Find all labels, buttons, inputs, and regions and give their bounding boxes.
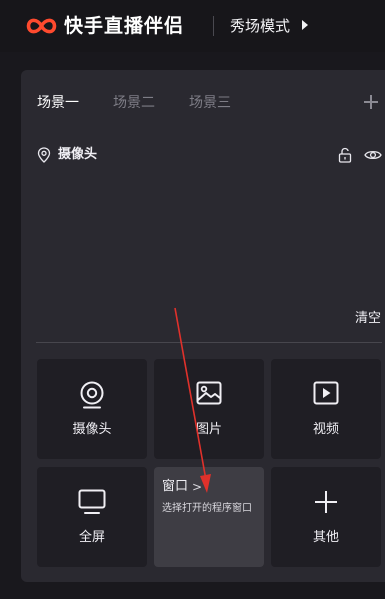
visibility-eye-icon[interactable] — [364, 148, 382, 162]
tile-label: 窗口 — [162, 479, 189, 494]
tile-label: 摄像头 — [72, 422, 112, 437]
plus-icon — [315, 491, 337, 513]
chevron-right-icon: > — [192, 480, 203, 494]
header-divider — [213, 16, 214, 36]
app-header: 快手直播伴侣 秀场模式 — [0, 0, 385, 52]
tab-scene-2[interactable]: 场景二 — [113, 93, 155, 113]
source-item[interactable]: 摄像头 — [37, 146, 385, 166]
location-pin-icon — [37, 147, 51, 163]
add-window-tile[interactable]: 窗口 > 选择打开的程序窗口 — [154, 467, 264, 567]
add-fullscreen-tile[interactable]: 全屏 — [37, 467, 147, 567]
mode-caret-icon[interactable] — [302, 20, 308, 30]
clear-button[interactable]: 清空 — [355, 310, 381, 328]
add-other-tile[interactable]: 其他 — [271, 467, 381, 567]
add-video-tile[interactable]: 视频 — [271, 359, 381, 459]
tile-label: 全屏 — [78, 530, 105, 545]
image-icon — [196, 381, 222, 405]
tile-description: 选择打开的程序窗口 — [162, 503, 252, 514]
add-webcam-tile[interactable]: 摄像头 — [37, 359, 147, 459]
add-scene-icon[interactable] — [363, 94, 379, 110]
tile-label: 图片 — [195, 422, 222, 437]
monitor-icon — [78, 489, 106, 514]
scene-panel: 场景一 场景二 场景三 摄像头 清空 摄像头 图片 视频 全屏 窗口 > 选择打… — [21, 70, 385, 582]
source-label: 摄像头 — [58, 147, 98, 162]
video-icon — [313, 381, 339, 405]
tile-label: 视频 — [312, 422, 339, 437]
add-image-tile[interactable]: 图片 — [154, 359, 264, 459]
tab-scene-1[interactable]: 场景一 — [37, 93, 79, 113]
kuaishou-logo-icon — [26, 18, 57, 34]
webcam-icon — [80, 381, 104, 409]
unlock-icon[interactable] — [338, 147, 352, 163]
tile-label: 其他 — [312, 530, 339, 545]
panel-divider — [36, 342, 382, 343]
app-title: 快手直播伴侣 — [64, 15, 185, 37]
mode-selector[interactable]: 秀场模式 — [230, 15, 290, 37]
tab-scene-3[interactable]: 场景三 — [189, 93, 231, 113]
